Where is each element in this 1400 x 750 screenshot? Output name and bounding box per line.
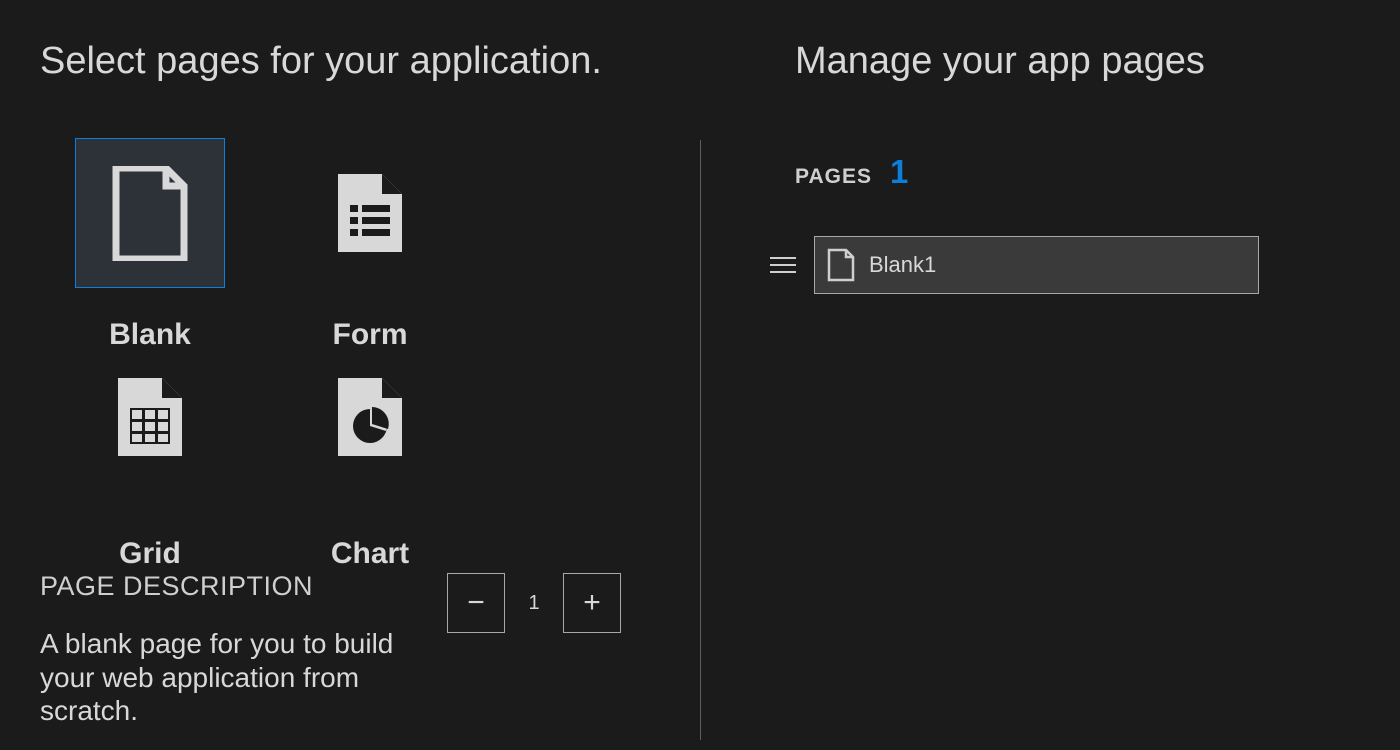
- pages-count: 1: [890, 153, 908, 191]
- template-blank-label: Blank: [109, 318, 191, 352]
- pages-header: PAGES 1: [795, 153, 1360, 191]
- page-grid-icon: [116, 376, 184, 458]
- page-row: Blank1: [770, 236, 1360, 294]
- quantity-stepper: − 1 +: [447, 573, 621, 633]
- stepper-decrement-button[interactable]: −: [447, 573, 505, 633]
- drag-handle-icon[interactable]: [770, 257, 796, 273]
- template-grid-iconbox: [75, 372, 225, 462]
- template-grid: Blank: [50, 138, 660, 571]
- stepper-value: 1: [505, 573, 563, 633]
- template-blank[interactable]: Blank: [50, 138, 250, 352]
- template-blank-iconbox: [75, 138, 225, 288]
- page-item-label: Blank1: [869, 252, 936, 278]
- template-form[interactable]: Form: [270, 138, 470, 352]
- page-description-text: A blank page for you to build your web a…: [40, 627, 440, 728]
- page-item-icon: [827, 248, 855, 282]
- pages-label: PAGES: [795, 165, 872, 189]
- manage-pages-heading: Manage your app pages: [795, 40, 1360, 83]
- page-item[interactable]: Blank1: [814, 236, 1259, 294]
- page-description-label: PAGE DESCRIPTION: [40, 571, 440, 602]
- select-pages-heading: Select pages for your application.: [40, 40, 660, 83]
- page-blank-icon: [110, 166, 190, 261]
- template-grid[interactable]: Grid: [50, 372, 250, 571]
- template-form-iconbox: [295, 138, 445, 288]
- template-chart-iconbox: [295, 372, 445, 462]
- page-form-icon: [336, 172, 404, 254]
- template-chart[interactable]: Chart: [270, 372, 470, 571]
- stepper-increment-button[interactable]: +: [563, 573, 621, 633]
- template-chart-label: Chart: [331, 537, 409, 571]
- template-form-label: Form: [333, 318, 408, 352]
- template-grid-label: Grid: [119, 537, 181, 571]
- page-chart-icon: [336, 376, 404, 458]
